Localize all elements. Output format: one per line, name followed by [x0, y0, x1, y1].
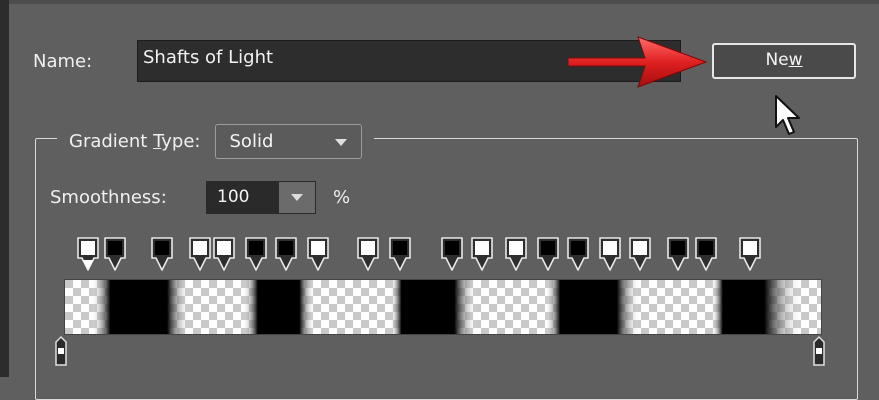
gradient-type-legend: Gradient Type: Solid	[57, 123, 374, 159]
color-stop[interactable]	[739, 237, 761, 271]
opacity-stop-right[interactable]	[813, 335, 825, 366]
name-label: Name:	[33, 51, 93, 72]
color-stop[interactable]	[471, 237, 493, 271]
smoothness-dropdown-button[interactable]	[278, 182, 315, 213]
smoothness-label: Smoothness:	[50, 187, 167, 208]
color-stop[interactable]	[441, 237, 463, 271]
color-stop[interactable]	[667, 237, 689, 271]
color-stop[interactable]	[77, 237, 99, 271]
gradient-type-label: Gradient Type:	[69, 130, 201, 152]
new-button[interactable]: New	[712, 43, 856, 79]
window-top-edge	[9, 0, 879, 4]
color-stop[interactable]	[307, 237, 329, 271]
color-stop[interactable]	[629, 237, 651, 271]
chevron-down-icon	[291, 194, 303, 201]
new-button-label-prefix: Ne	[765, 50, 789, 70]
opacity-stop-left[interactable]	[55, 335, 67, 366]
color-stop[interactable]	[567, 237, 589, 271]
red-arrow-annotation	[567, 36, 708, 88]
color-stop[interactable]	[357, 237, 379, 271]
window-left-edge	[0, 0, 9, 377]
chevron-down-icon	[334, 138, 347, 146]
smoothness-input[interactable]: 100	[207, 182, 278, 213]
color-stop[interactable]	[389, 237, 411, 271]
color-stop[interactable]	[213, 237, 235, 271]
color-stop[interactable]	[104, 237, 126, 271]
smoothness-field[interactable]: 100	[206, 181, 316, 214]
color-stop[interactable]	[599, 237, 621, 271]
color-stop[interactable]	[537, 237, 559, 271]
color-stop[interactable]	[245, 237, 267, 271]
color-stop[interactable]	[189, 237, 211, 271]
percent-unit: %	[333, 187, 351, 208]
gradient-preview	[65, 280, 821, 334]
opacity-stops-row	[55, 335, 825, 366]
gradient-type-select[interactable]: Solid	[214, 123, 362, 159]
color-stop[interactable]	[695, 237, 717, 271]
mouse-pointer-icon	[775, 95, 800, 135]
color-stop[interactable]	[151, 237, 173, 271]
gradient-type-value: Solid	[229, 130, 274, 152]
color-stop[interactable]	[505, 237, 527, 271]
color-stop[interactable]	[275, 237, 297, 271]
color-stops-row	[77, 237, 761, 271]
gradient-preview-bar[interactable]	[64, 279, 822, 335]
new-button-mnemonic: w	[788, 50, 803, 70]
